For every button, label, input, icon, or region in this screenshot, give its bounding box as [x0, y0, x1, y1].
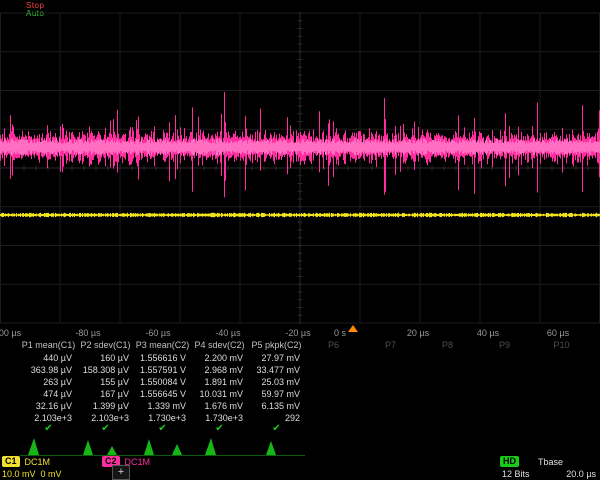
measure-cell: 1.550084 V — [134, 377, 191, 389]
measure-cell: 1.891 mV — [191, 377, 248, 389]
time-label: 40 µs — [477, 328, 499, 338]
measure-cell: 158.308 µV — [77, 365, 134, 377]
time-label: -60 µs — [145, 328, 170, 338]
measure-cell: 1.676 mV — [191, 401, 248, 413]
add-trace-button[interactable]: + — [112, 465, 130, 480]
measure-cell: 2.200 mV — [191, 353, 248, 365]
c1-scale: 10.0 mV — [2, 469, 36, 479]
measure-cell: 2.968 mV — [191, 365, 248, 377]
measure-status-row: ✔ ✔ ✔ ✔ ✔ — [20, 423, 305, 434]
measure-col-header-p3[interactable]: P3 mean(C2) — [134, 340, 191, 350]
time-label-zero: 0 s — [334, 328, 346, 338]
time-label: -40 µs — [215, 328, 240, 338]
status-check-icon: ✔ — [248, 423, 305, 434]
measure-col-header-p7[interactable]: P7 — [362, 340, 419, 350]
measure-cell: 25.03 mV — [248, 377, 305, 389]
histicon-row — [20, 434, 305, 456]
measure-values: 440 µV 160 µV 1.556616 V 2.200 mV 27.97 … — [20, 353, 305, 425]
measure-cell: 1.556645 V — [134, 389, 191, 401]
measure-col-header-p4[interactable]: P4 sdev(C2) — [191, 340, 248, 350]
measure-col-header-p1[interactable]: P1 mean(C1) — [20, 340, 77, 350]
measure-cell: 6.135 mV — [248, 401, 305, 413]
measure-cell: 27.97 mV — [248, 353, 305, 365]
hd-mode-badge[interactable]: HD — [500, 456, 519, 467]
c1-coupling: DC1M — [25, 457, 51, 467]
measure-cell: 363.98 µV — [20, 365, 77, 377]
measure-col-header-p9[interactable]: P9 — [476, 340, 533, 350]
time-label: -100 µs — [0, 328, 21, 338]
time-label: 60 µs — [547, 328, 569, 338]
measure-col-header-p10[interactable]: P10 — [533, 340, 590, 350]
measure-cell: 474 µV — [20, 389, 77, 401]
measure-col-header-p8[interactable]: P8 — [419, 340, 476, 350]
measure-cell: 1.556616 V — [134, 353, 191, 365]
measure-cell: 59.97 mV — [248, 389, 305, 401]
measure-col-header-p2[interactable]: P2 sdev(C1) — [77, 340, 134, 350]
time-label: 20 µs — [407, 328, 429, 338]
measure-cell: 1.399 µV — [77, 401, 134, 413]
histicon[interactable] — [20, 434, 77, 456]
waveform-plot — [0, 0, 600, 326]
status-check-icon: ✔ — [20, 423, 77, 434]
time-axis: -100 µs -80 µs -60 µs -40 µs -20 µs 0 s … — [0, 326, 600, 340]
measure-cell: 167 µV — [77, 389, 134, 401]
status-check-icon: ✔ — [134, 423, 191, 434]
histicon[interactable] — [77, 434, 134, 456]
measure-header-row: P1 mean(C1) P2 sdev(C1) P3 mean(C2) P4 s… — [20, 340, 590, 350]
measure-cell: 155 µV — [77, 377, 134, 389]
timebase-descriptor[interactable]: HD Tbase 12 Bits 20.0 µs — [500, 456, 598, 480]
measure-cell: 1.339 mV — [134, 401, 191, 413]
status-check-icon: ✔ — [77, 423, 134, 434]
histicon[interactable] — [248, 434, 305, 456]
timebase-bits: 12 Bits — [502, 469, 530, 479]
timebase-label: Tbase — [538, 457, 563, 467]
channel-descriptor-c1[interactable]: C1 DC1M 10.0 mV 0 mV — [2, 456, 100, 480]
measure-cell: 32.16 µV — [20, 401, 77, 413]
measure-cell: 33.477 mV — [248, 365, 305, 377]
measure-cell: 440 µV — [20, 353, 77, 365]
histicon[interactable] — [134, 434, 191, 456]
time-label: -80 µs — [75, 328, 100, 338]
histicon[interactable] — [191, 434, 248, 456]
measure-col-header-p5[interactable]: P5 pkpk(C2) — [248, 340, 305, 350]
c1-offset: 0 mV — [41, 469, 62, 479]
timebase-scale: 20.0 µs — [566, 469, 596, 479]
measure-cell: 10.031 mV — [191, 389, 248, 401]
measure-col-header-p6[interactable]: P6 — [305, 340, 362, 350]
time-label: -20 µs — [285, 328, 310, 338]
measure-cell: 1.557591 V — [134, 365, 191, 377]
status-check-icon: ✔ — [191, 423, 248, 434]
waveform-grid[interactable] — [0, 0, 600, 326]
c1-badge[interactable]: C1 — [2, 456, 20, 467]
measure-cell: 263 µV — [20, 377, 77, 389]
measure-cell: 160 µV — [77, 353, 134, 365]
